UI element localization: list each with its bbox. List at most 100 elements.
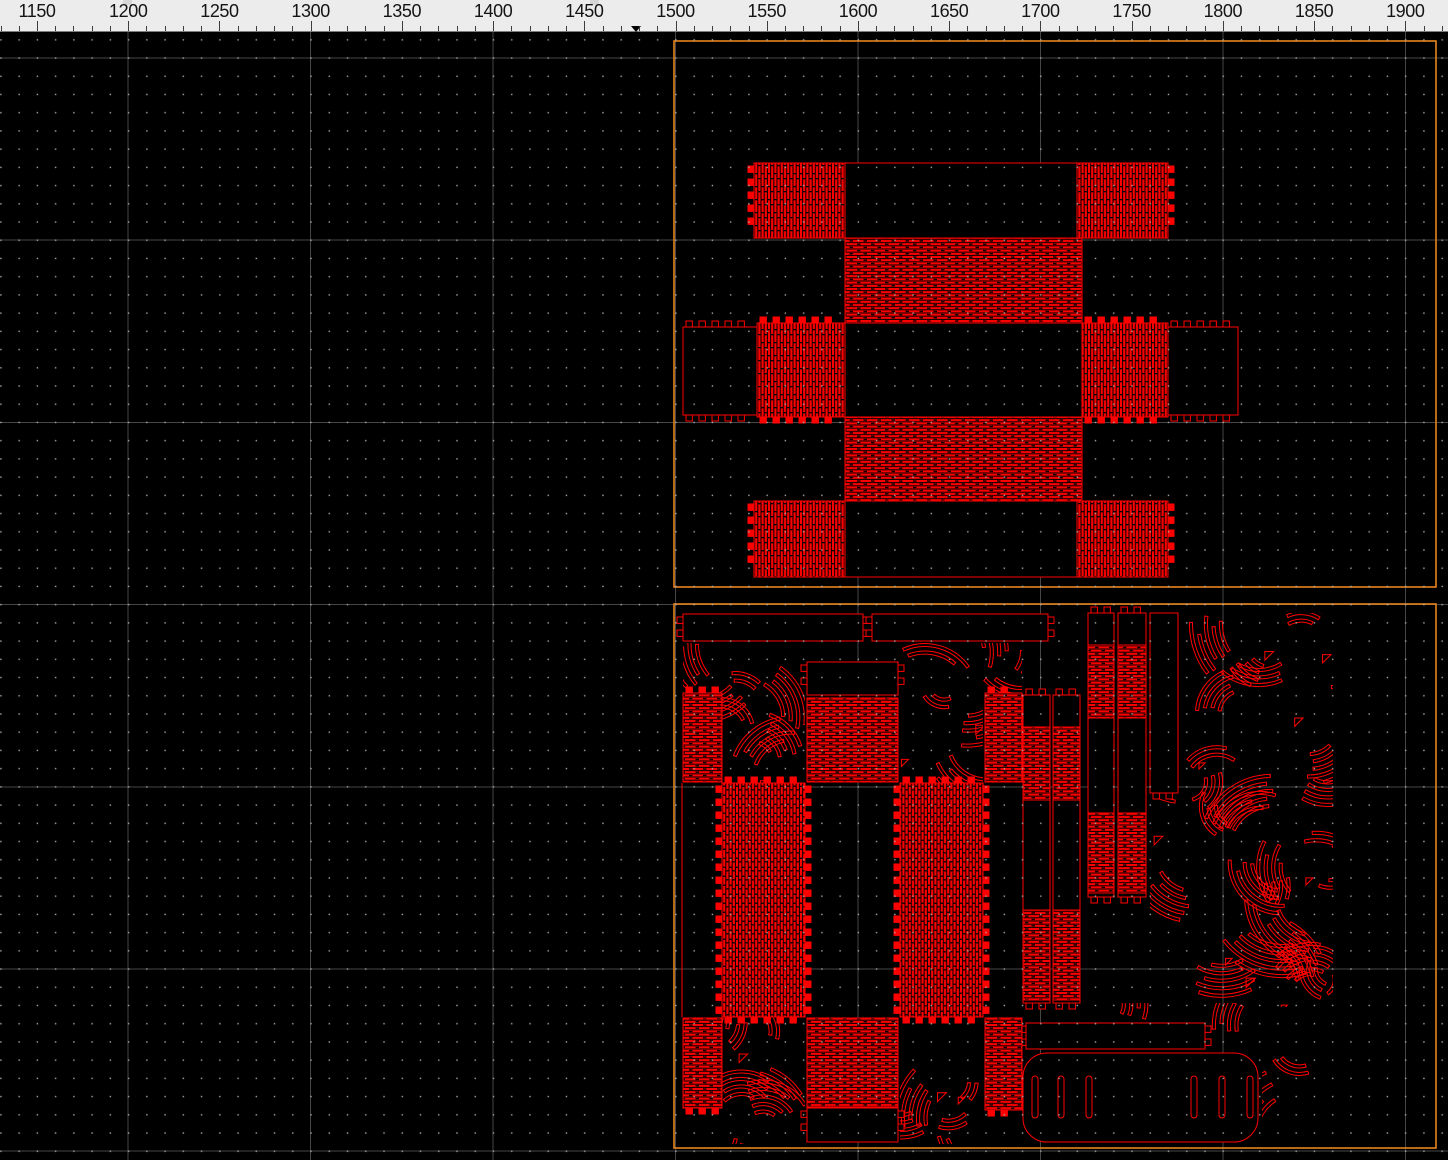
ruler-major-tick [493, 21, 494, 31]
ruler-major-tick [128, 21, 129, 31]
ruler-minor-tick [1351, 26, 1352, 31]
ruler-minor-tick [19, 26, 20, 31]
ruler-minor-tick [530, 26, 531, 31]
ruler-unit-label: 1200 [98, 1, 158, 22]
ruler-minor-tick [1186, 26, 1187, 31]
ruler-major-tick [311, 21, 312, 31]
ruler-minor-tick [146, 26, 147, 31]
ruler-minor-tick [639, 26, 640, 31]
ruler-minor-tick [1059, 26, 1060, 31]
ruler-unit-label: 1850 [1284, 1, 1344, 22]
ruler-minor-tick [347, 26, 348, 31]
ruler-unit-label: 1750 [1102, 1, 1162, 22]
ruler-minor-tick [1442, 26, 1443, 31]
ruler-major-tick [949, 21, 950, 31]
ruler-major-tick [37, 21, 38, 31]
ruler-minor-tick [894, 26, 895, 31]
ruler-minor-tick [1004, 26, 1005, 31]
ruler-minor-tick [566, 26, 567, 31]
ruler-minor-tick [1168, 26, 1169, 31]
ruler-minor-tick [73, 26, 74, 31]
ruler-major-tick [1405, 21, 1406, 31]
ruler-minor-tick [931, 26, 932, 31]
ruler-unit-label: 1550 [737, 1, 797, 22]
ruler-minor-tick [1095, 26, 1096, 31]
ruler-minor-tick [165, 26, 166, 31]
ruler-minor-tick [1424, 26, 1425, 31]
ruler-minor-tick [785, 26, 786, 31]
ruler-unit-label: 1800 [1193, 1, 1253, 22]
ruler-minor-tick [548, 26, 549, 31]
ruler-minor-tick [511, 26, 512, 31]
ruler-unit-label: 1350 [372, 1, 432, 22]
ruler-minor-tick [183, 26, 184, 31]
ruler-minor-tick [457, 26, 458, 31]
ruler-minor-tick [1259, 26, 1260, 31]
ruler-minor-tick [110, 26, 111, 31]
ruler-minor-tick [840, 26, 841, 31]
ruler-major-tick [584, 21, 585, 31]
ruler-unit-label: 1600 [828, 1, 888, 22]
ruler-unit-label: 1250 [189, 1, 249, 22]
ruler-minor-tick [694, 26, 695, 31]
ruler-minor-tick [420, 26, 421, 31]
ruler-unit-label: 1650 [919, 1, 979, 22]
ruler-minor-tick [1113, 26, 1114, 31]
layout-canvas[interactable] [0, 0, 1448, 1160]
ruler-unit-label: 1900 [1375, 1, 1435, 22]
ruler-minor-tick [621, 26, 622, 31]
ruler-minor-tick [1278, 26, 1279, 31]
ruler-unit-label: 1700 [1010, 1, 1070, 22]
horizontal-ruler[interactable]: 1150 1200 1250 1300 1350 1400 1450 1500 1550 1600… [0, 0, 1448, 32]
ruler-minor-tick [821, 26, 822, 31]
ruler-minor-tick [475, 26, 476, 31]
ruler-major-tick [402, 21, 403, 31]
ruler-minor-tick [256, 26, 257, 31]
ruler-major-tick [676, 21, 677, 31]
ruler-minor-tick [803, 26, 804, 31]
ruler-unit-label: 1450 [554, 1, 614, 22]
ruler-minor-tick [749, 26, 750, 31]
ruler-minor-tick [1369, 26, 1370, 31]
ruler-minor-tick [876, 26, 877, 31]
ruler-major-tick [1040, 21, 1041, 31]
ruler-unit-label: 1150 [7, 1, 67, 22]
ruler-minor-tick [92, 26, 93, 31]
ruler-major-tick [858, 21, 859, 31]
ruler-minor-tick [986, 26, 987, 31]
ruler-minor-tick [292, 26, 293, 31]
ruler-unit-label: 1500 [646, 1, 706, 22]
ruler-minor-tick [913, 26, 914, 31]
ruler-minor-tick [730, 26, 731, 31]
ruler-minor-tick [1022, 26, 1023, 31]
ruler-minor-tick [1387, 26, 1388, 31]
ruler-minor-tick [274, 26, 275, 31]
ruler-minor-tick [201, 26, 202, 31]
ruler-minor-tick [329, 26, 330, 31]
ruler-minor-tick [1241, 26, 1242, 31]
ruler-major-tick [1314, 21, 1315, 31]
ruler-minor-tick [1077, 26, 1078, 31]
ruler-minor-tick [1296, 26, 1297, 31]
layout-editor-window: { "ruler": { "labels": ["1150","1200","1… [0, 0, 1448, 1160]
ruler-minor-tick [1205, 26, 1206, 31]
ruler-unit-label: 1400 [463, 1, 523, 22]
ruler-minor-tick [438, 26, 439, 31]
ruler-minor-tick [1332, 26, 1333, 31]
ruler-minor-tick [238, 26, 239, 31]
ruler-major-tick [767, 21, 768, 31]
ruler-minor-tick [967, 26, 968, 31]
ruler-minor-tick [1150, 26, 1151, 31]
ruler-minor-tick [365, 26, 366, 31]
ruler-minor-tick [384, 26, 385, 31]
ruler-unit-label: 1300 [281, 1, 341, 22]
ruler-major-tick [1132, 21, 1133, 31]
ruler-minor-tick [657, 26, 658, 31]
ruler-minor-tick [55, 26, 56, 31]
ruler-major-tick [219, 21, 220, 31]
ruler-minor-tick [1, 26, 2, 31]
ruler-major-tick [1223, 21, 1224, 31]
ruler-minor-tick [712, 26, 713, 31]
grid-dots [0, 32, 1448, 1160]
ruler-minor-tick [603, 26, 604, 31]
